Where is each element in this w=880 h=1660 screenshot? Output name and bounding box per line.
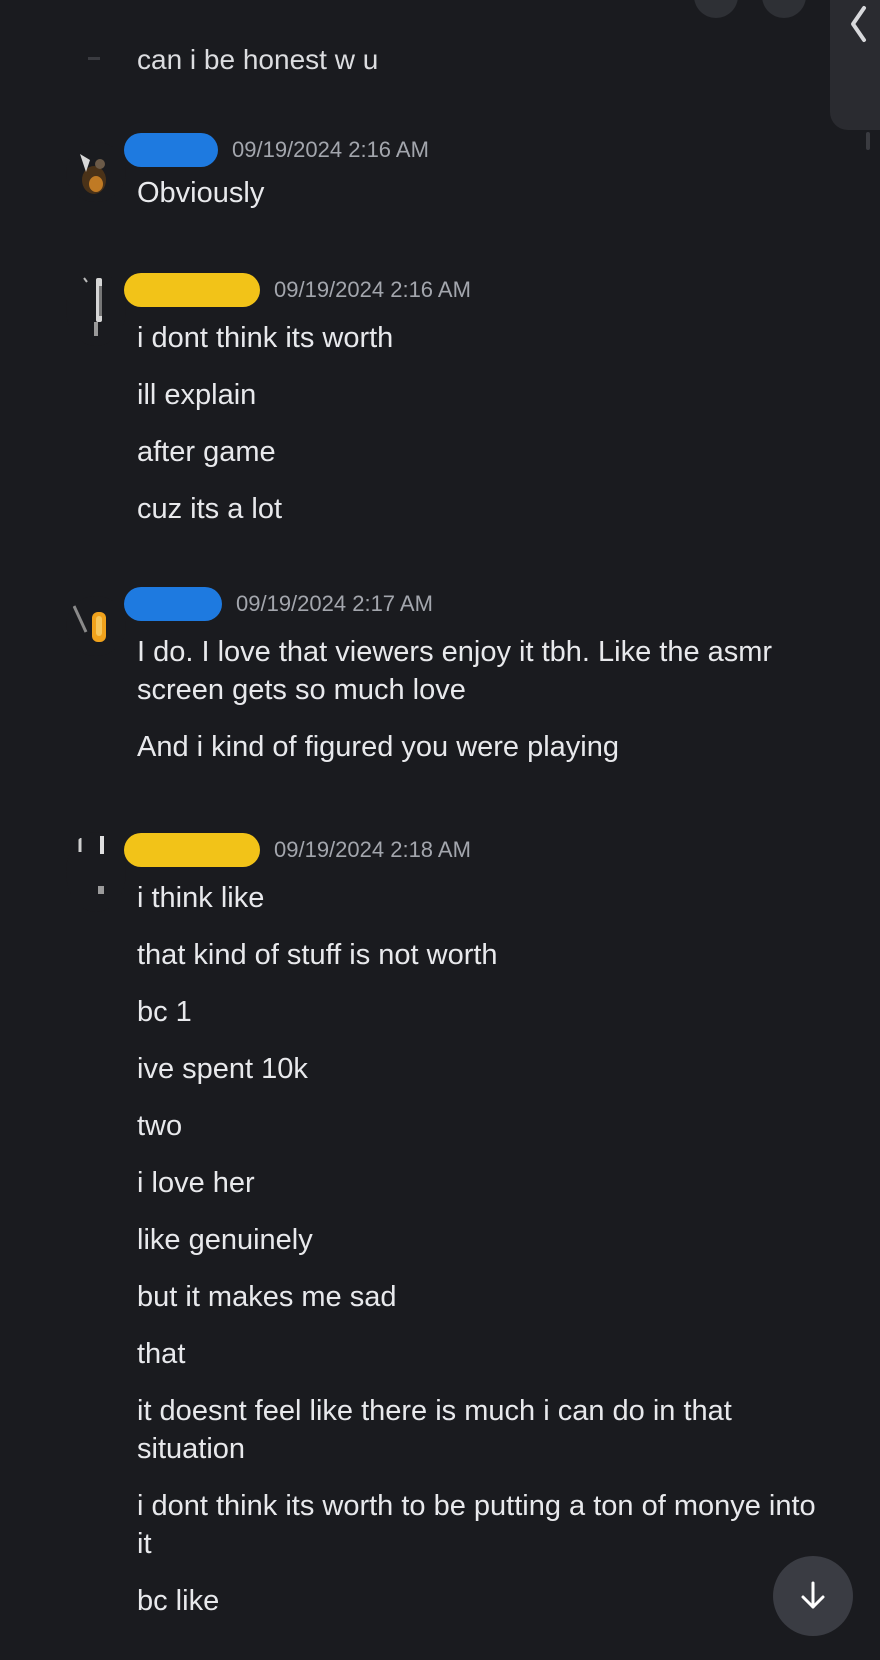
- chevron-left-icon[interactable]: [846, 4, 870, 44]
- scrollbar-thumb[interactable]: [866, 132, 870, 150]
- message-line: that kind of stuff is not worth: [137, 939, 498, 971]
- message-line: it doesnt feel like there is much i can …: [137, 1395, 732, 1465]
- message-line: i dont think its worth to be putting a t…: [137, 1490, 816, 1560]
- top-button-icon[interactable]: [762, 0, 806, 18]
- username[interactable]: [124, 273, 260, 307]
- username[interactable]: [124, 133, 218, 167]
- message-line: ill explain: [137, 379, 257, 411]
- username[interactable]: [124, 833, 260, 867]
- username[interactable]: [124, 587, 222, 621]
- message-line: bc 1: [137, 996, 192, 1028]
- message-line: bc like: [137, 1585, 220, 1617]
- avatar[interactable]: [88, 57, 100, 60]
- scroll-to-bottom-button[interactable]: [773, 1556, 853, 1636]
- message-line: but it makes me sad: [137, 1281, 397, 1313]
- message-header: 09/19/2024 2:18 AM: [124, 832, 471, 868]
- timestamp: 09/19/2024 2:16 AM: [232, 137, 429, 162]
- message-line: like genuinely: [137, 1224, 313, 1256]
- top-button-icon[interactable]: [694, 0, 738, 18]
- message-header: 09/19/2024 2:16 AM: [124, 132, 429, 168]
- message-line: after game: [137, 436, 276, 468]
- message-line: ive spent 10k: [137, 1053, 308, 1085]
- timestamp: 09/19/2024 2:17 AM: [236, 591, 433, 616]
- timestamp: 09/19/2024 2:18 AM: [274, 837, 471, 862]
- message-line: Obviously: [137, 177, 265, 209]
- message-lines: Obviously: [137, 174, 837, 231]
- message-line: i love her: [137, 1167, 255, 1199]
- avatar[interactable]: [66, 142, 126, 202]
- avatar[interactable]: [66, 832, 126, 912]
- message-line: that: [137, 1338, 186, 1370]
- message-line: I do. I love that viewers enjoy it tbh. …: [137, 636, 773, 706]
- message-header: 09/19/2024 2:16 AM: [124, 272, 471, 308]
- message-line: cuz its a lot: [137, 493, 283, 525]
- avatar[interactable]: [66, 596, 126, 656]
- message-lines: i dont think its worth ill explain after…: [137, 319, 837, 547]
- message-line: two: [137, 1110, 183, 1142]
- message-line: i think like: [137, 882, 265, 914]
- chat-screen: can i be honest w u 09/19/2024 2:16 AM O…: [0, 0, 880, 1660]
- arrow-down-icon: [801, 1581, 825, 1609]
- avatar[interactable]: [66, 272, 126, 346]
- side-panel-tab[interactable]: [830, 0, 880, 130]
- message-lines: i think like that kind of stuff is not w…: [137, 879, 837, 1639]
- message-line: And i kind of figured you were playing: [137, 731, 620, 763]
- timestamp: 09/19/2024 2:16 AM: [274, 277, 471, 302]
- message-line: can i be honest w u: [137, 44, 379, 75]
- message-header: 09/19/2024 2:17 AM: [124, 586, 433, 622]
- message-lines: I do. I love that viewers enjoy it tbh. …: [137, 633, 837, 785]
- message-line: i dont think its worth: [137, 322, 394, 354]
